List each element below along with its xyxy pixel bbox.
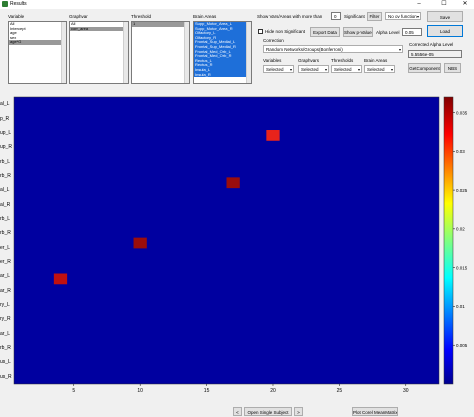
heatmap-cell bbox=[226, 177, 240, 189]
row-label: us_R bbox=[0, 373, 12, 380]
colorbar-tick-label: 0.005 bbox=[456, 343, 468, 348]
x-tick-label: 10 bbox=[137, 388, 143, 394]
chevron-down-icon: ▾ bbox=[324, 67, 327, 72]
corrected-alpha-value: 5.5556e-05 bbox=[408, 50, 462, 58]
row-label: ar_R bbox=[0, 287, 11, 294]
correction-select[interactable]: Random Networks/Groups(Bonferroni) ▾ bbox=[263, 45, 403, 53]
list-item[interactable]: age*G bbox=[9, 40, 66, 45]
show-pvalues-button[interactable]: Show p-Values bbox=[343, 27, 373, 37]
list-item[interactable]: corr_area bbox=[70, 26, 128, 32]
scrollbar[interactable] bbox=[246, 22, 251, 83]
row-label: rb_R bbox=[0, 345, 11, 352]
variable-label: Variable bbox=[8, 14, 25, 19]
row-label: ar_L bbox=[0, 273, 11, 280]
scrollbar[interactable] bbox=[123, 22, 128, 83]
scrollbar[interactable] bbox=[61, 22, 66, 83]
colorbar-tick-label: 0.025 bbox=[456, 188, 468, 193]
row-label: us_L bbox=[0, 359, 11, 366]
colorbar bbox=[443, 96, 454, 385]
variable-list[interactable]: All Intercept age sex age*G bbox=[8, 21, 67, 84]
significant-label: Significant bbox=[344, 14, 365, 19]
scrollbar[interactable] bbox=[184, 22, 189, 83]
row-label: er_L bbox=[0, 244, 11, 251]
save-button[interactable]: Save bbox=[427, 11, 463, 22]
row-label: al_L bbox=[0, 101, 10, 108]
list-item[interactable]: Insula_R bbox=[194, 72, 251, 78]
row-label: p_R bbox=[0, 115, 10, 122]
filter-button[interactable]: Filter bbox=[367, 12, 382, 21]
selector-dropdown[interactable]: Selected ▾ bbox=[263, 65, 294, 73]
nbs-button[interactable]: NBS bbox=[444, 63, 461, 73]
selector-dropdown[interactable]: Selected ▾ bbox=[298, 65, 329, 73]
function-select[interactable]: No ov function ▾ bbox=[385, 12, 421, 20]
chevron-down-icon: ▾ bbox=[390, 67, 393, 72]
row-label: ry_R bbox=[0, 316, 11, 323]
chevron-down-icon: ▾ bbox=[289, 67, 292, 72]
next-subject-button[interactable]: > bbox=[294, 407, 303, 416]
row-label: al_R bbox=[0, 201, 11, 208]
hide-nonsignificant-checkbox[interactable] bbox=[258, 29, 263, 34]
heatmap-background bbox=[13, 96, 440, 385]
x-tick-label: 20 bbox=[270, 388, 276, 394]
selector-label: Variables bbox=[263, 58, 282, 63]
graphvar-list[interactable]: All corr_area bbox=[69, 21, 129, 84]
prev-subject-button[interactable]: < bbox=[233, 407, 242, 416]
graphvar-label: Graphvar bbox=[69, 14, 88, 19]
threshold-list[interactable]: 1 bbox=[131, 21, 190, 84]
colorbar-tick-label: 0.02 bbox=[456, 227, 465, 232]
app-icon bbox=[2, 1, 8, 7]
selector-dropdown[interactable]: Selected ▾ bbox=[364, 65, 395, 73]
row-label: up_R bbox=[0, 144, 12, 151]
row-label: rb_L bbox=[0, 158, 11, 165]
load-button[interactable]: Load bbox=[427, 25, 463, 37]
row-label: al_L bbox=[0, 187, 10, 194]
row-label: ar_L bbox=[0, 330, 11, 337]
alpha-level-label: Alpha Level bbox=[376, 30, 400, 35]
colorbar-tick-label: 0.015 bbox=[456, 265, 468, 270]
selector-label: Brain Areas bbox=[364, 58, 388, 63]
x-tick-label: 15 bbox=[204, 388, 210, 394]
selector-label: Graphvars bbox=[298, 58, 320, 63]
row-label: ry_L bbox=[0, 302, 10, 309]
heatmap-chart: 5 10 15 20 25 30 0.035 0.03 0.025 0.02 0.015 0.01 0.… bbox=[13, 96, 468, 394]
row-label: up_L bbox=[0, 129, 12, 136]
close-button[interactable]: ✕ bbox=[458, 0, 472, 9]
plot-mean-matrix-button[interactable]: Plot Corel MeanMatrix bbox=[352, 407, 398, 416]
selector-dropdown[interactable]: Selected ▾ bbox=[331, 65, 362, 73]
chevron-down-icon: ▾ bbox=[357, 67, 360, 72]
list-item[interactable]: 1 bbox=[132, 22, 189, 27]
row-label: er_R bbox=[0, 259, 11, 266]
export-data-button[interactable]: Export Data bbox=[310, 27, 340, 37]
chevron-down-icon: ▾ bbox=[416, 14, 419, 19]
heatmap-cell bbox=[266, 130, 280, 141]
minimize-button[interactable]: – bbox=[412, 0, 426, 9]
correction-label: Correction bbox=[263, 38, 284, 43]
hide-nonsignificant-label: Hide non Significant bbox=[265, 29, 306, 34]
x-tick-label: 5 bbox=[72, 388, 75, 394]
brain-areas-list[interactable]: Supp_Motor_Area_L Supp_Motor_Area_R Olfact… bbox=[193, 21, 252, 84]
heatmap-cell bbox=[133, 237, 147, 249]
getcomponent-button[interactable]: GetComponent bbox=[408, 63, 441, 73]
colorbar-tick-label: 0.035 bbox=[456, 110, 468, 115]
window-title: Results bbox=[10, 1, 27, 7]
corrected-alpha-label: Corrected Alpha Level bbox=[409, 42, 454, 47]
row-label: rb_R bbox=[0, 172, 11, 179]
count-input[interactable]: 0 bbox=[331, 12, 341, 20]
heatmap-cell bbox=[53, 273, 68, 285]
row-label: rb_R bbox=[0, 230, 11, 237]
colorbar-tick-label: 0.03 bbox=[456, 149, 465, 154]
brain-areas-label: Brain Areas bbox=[193, 14, 217, 19]
maximize-button[interactable]: ☐ bbox=[437, 0, 451, 9]
chevron-down-icon: ▾ bbox=[398, 47, 401, 52]
selector-label: Thresholds bbox=[331, 58, 354, 63]
alpha-level-input[interactable]: 0.05 bbox=[402, 28, 422, 36]
x-tick-label: 30 bbox=[403, 388, 409, 394]
colorbar-tick-label: 0.01 bbox=[456, 304, 465, 309]
threshold-label: Threshold bbox=[131, 14, 152, 19]
show-vars-label: Show Vars/Areas with more than bbox=[257, 14, 323, 19]
open-single-subject-button[interactable]: Open Single Subject bbox=[244, 407, 292, 416]
x-tick-label: 25 bbox=[337, 388, 343, 394]
title-bar bbox=[0, 0, 474, 9]
row-label: rb_L bbox=[0, 215, 11, 222]
